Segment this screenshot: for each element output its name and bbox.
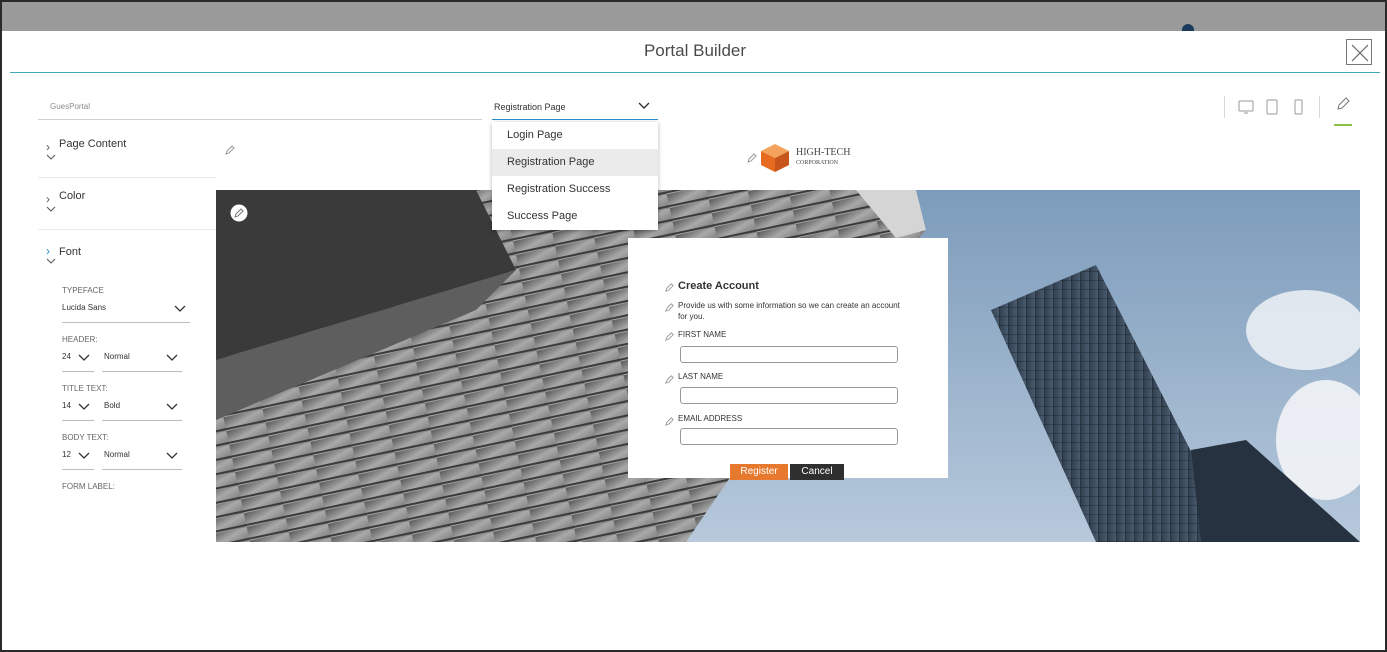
section-label: Page Content (59, 138, 127, 150)
edit-mode-tab[interactable] (1332, 93, 1352, 127)
create-account-form: Create Account Provide us with some info… (628, 238, 948, 480)
section-color[interactable]: › Color (38, 178, 216, 230)
title-size[interactable]: 14 (62, 401, 71, 410)
option-login-page[interactable]: Login Page (492, 122, 658, 149)
field-underline (62, 469, 94, 470)
last-name-field[interactable] (680, 387, 898, 404)
desktop-icon[interactable] (1237, 98, 1255, 116)
typeface-label: TYPEFACE (62, 286, 104, 295)
settings-sidebar: › Page Content › Color › Font TYPEFACE L… (38, 126, 216, 542)
header-label: HEADER: (62, 335, 98, 344)
field-underline (62, 420, 94, 421)
close-button[interactable] (1346, 39, 1372, 65)
builder-toolbar: GuesPortal Registration Page (38, 90, 1360, 127)
window-title: Portal Builder (643, 41, 747, 60)
pencil-icon[interactable] (664, 302, 675, 313)
pencil-icon[interactable] (664, 331, 675, 342)
section-label: Font (59, 246, 82, 258)
field-underline (62, 322, 190, 323)
chevron-down-icon (166, 403, 178, 410)
chevron-down-icon (78, 354, 90, 361)
section-font[interactable]: › Font TYPEFACE Lucida Sans HEADER: 24 N… (38, 230, 216, 491)
cancel-button[interactable]: Cancel (790, 464, 844, 480)
logo-cube-icon (761, 144, 789, 172)
pencil-icon[interactable] (664, 374, 675, 385)
close-icon (1351, 44, 1369, 62)
pencil-icon (1337, 97, 1350, 110)
device-preview-toggles (1216, 93, 1352, 127)
email-field[interactable] (680, 428, 898, 445)
header-weight[interactable]: Normal (104, 352, 130, 361)
logo-line-2: CORPORATION (796, 160, 839, 166)
typeface-select[interactable]: Lucida Sans (62, 303, 216, 323)
title-weight[interactable]: Bold (104, 401, 120, 410)
body-weight[interactable]: Normal (104, 450, 130, 459)
chevron-down-icon (166, 452, 178, 459)
form-description: Provide us with some information so we c… (678, 301, 900, 321)
typeface-value: Lucida Sans (62, 303, 107, 312)
title-font-row: 14 Bold (62, 401, 216, 421)
chevron-down-icon (46, 154, 56, 160)
chevron-down-icon (46, 206, 56, 212)
chevron-right-icon: › (46, 192, 50, 206)
pencil-icon[interactable] (230, 204, 248, 222)
page-select-dropdown: Login Page Registration Page Registratio… (492, 122, 658, 230)
tablet-icon[interactable] (1263, 98, 1281, 116)
form-title: Create Account (678, 280, 759, 292)
pencil-icon[interactable] (664, 282, 675, 293)
first-name-field[interactable] (680, 346, 898, 363)
chevron-right-icon: › (46, 244, 50, 258)
page-select-value: Registration Page (494, 102, 566, 112)
field-underline (62, 371, 94, 372)
chevron-down-icon (638, 102, 650, 109)
field-underline (102, 420, 182, 421)
phone-icon[interactable] (1289, 98, 1307, 116)
logo-text: HIGH-TECH CORPORATION (796, 148, 850, 168)
chevron-down-icon (166, 354, 178, 361)
section-page-content[interactable]: › Page Content (38, 126, 216, 178)
header-size[interactable]: 24 (62, 352, 71, 361)
form-label-label: FORM LABEL: (62, 482, 115, 491)
page-preview-canvas: HIGH-TECH CORPORATION Create Account Pro… (216, 126, 1360, 542)
portal-builder-window: Portal Builder GuesPortal Registration P… (0, 0, 1387, 652)
first-name-label: FIRST NAME (678, 330, 727, 339)
company-logo: HIGH-TECH CORPORATION (746, 141, 850, 175)
chevron-down-icon (78, 403, 90, 410)
field-underline (102, 469, 182, 470)
logo-line-1: HIGH-TECH (796, 147, 851, 158)
chevron-down-icon (174, 305, 186, 312)
divider (1224, 96, 1225, 118)
body-text-label: BODY TEXT: (62, 433, 109, 442)
option-registration-success[interactable]: Registration Success (492, 176, 658, 203)
email-label: EMAIL ADDRESS (678, 414, 743, 423)
chevron-down-icon (46, 258, 56, 264)
body-font-row: 12 Normal (62, 450, 216, 470)
section-label: Color (59, 190, 86, 202)
header-font-row: 24 Normal (62, 352, 216, 372)
body-size[interactable]: 12 (62, 450, 71, 459)
option-registration-page[interactable]: Registration Page (492, 149, 658, 176)
pencil-icon[interactable] (664, 416, 675, 427)
divider (1319, 96, 1320, 118)
page-select[interactable]: Registration Page (492, 90, 658, 120)
register-button[interactable]: Register (730, 464, 788, 480)
field-underline (102, 371, 182, 372)
title-bar: Portal Builder (10, 31, 1380, 73)
backdrop-strip (2, 2, 1385, 36)
pencil-icon[interactable] (224, 144, 236, 156)
portal-name-field[interactable]: GuesPortal (38, 90, 482, 120)
title-text-label: TITLE TEXT: (62, 384, 108, 393)
pencil-icon[interactable] (746, 152, 758, 164)
chevron-down-icon (78, 452, 90, 459)
option-success-page[interactable]: Success Page (492, 203, 658, 230)
chevron-right-icon: › (46, 140, 50, 154)
last-name-label: LAST NAME (678, 372, 724, 381)
